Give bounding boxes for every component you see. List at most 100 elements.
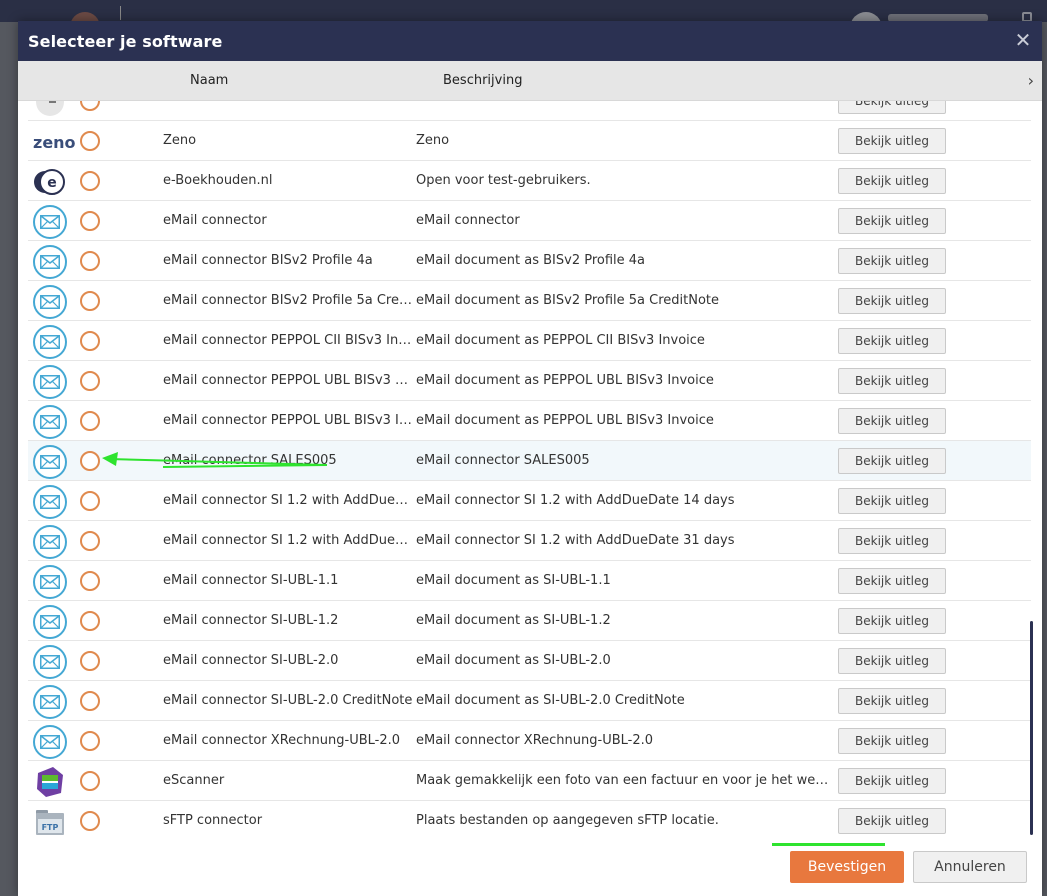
view-explanation-button[interactable]: Bekijk uitleg — [838, 808, 946, 834]
select-radio[interactable] — [80, 531, 100, 551]
email-icon — [33, 565, 67, 599]
select-radio[interactable] — [80, 691, 100, 711]
email-icon — [33, 325, 67, 359]
select-radio[interactable] — [80, 131, 100, 151]
ftp-folder-icon: FTP — [33, 805, 67, 835]
modal-header: Selecteer je software ✕ — [18, 21, 1042, 61]
software-name: eMail connector SALES005 — [163, 453, 337, 468]
table-row[interactable]: eMail connector BISv2 Profile 4a eMail do… — [28, 241, 1031, 281]
email-icon — [33, 725, 67, 759]
view-explanation-button[interactable]: Bekijk uitleg — [838, 101, 946, 114]
confirm-annotation-underline — [772, 843, 885, 846]
software-name: eMail connector SI-UBL-2.0 — [163, 653, 339, 668]
view-explanation-button[interactable]: Bekijk uitleg — [838, 368, 946, 394]
app-topbar — [0, 0, 1047, 44]
confirm-button[interactable]: Bevestigen — [790, 851, 904, 883]
select-radio[interactable] — [80, 411, 100, 431]
column-header-name[interactable]: Naam — [190, 73, 228, 88]
table-row[interactable]: FTP sFTP connector Plaats bestanden op aan… — [28, 801, 1031, 835]
email-icon — [33, 525, 67, 559]
view-explanation-button[interactable]: Bekijk uitleg — [838, 648, 946, 674]
email-icon — [33, 605, 67, 639]
software-name: eMail connector PEPPOL UBL BISv3 Invoice — [163, 413, 413, 428]
software-description: eMail document as BISv2 Profile 4a — [416, 253, 646, 268]
select-radio[interactable] — [80, 611, 100, 631]
table-row[interactable]: eMail connector PEPPOL CII BISv3 Invoice… — [28, 321, 1031, 361]
view-explanation-button[interactable]: Bekijk uitleg — [838, 728, 946, 754]
email-icon — [33, 445, 67, 479]
select-radio[interactable] — [80, 731, 100, 751]
select-radio[interactable] — [80, 171, 100, 191]
view-explanation-button[interactable]: Bekijk uitleg — [838, 408, 946, 434]
view-explanation-button[interactable]: Bekijk uitleg — [838, 168, 946, 194]
topbar-divider — [120, 6, 121, 20]
table-header: Naam Beschrijving › — [18, 61, 1042, 101]
table-row[interactable]: Bekijk uitleg — [28, 101, 1031, 121]
select-radio[interactable] — [80, 771, 100, 791]
view-explanation-button[interactable]: Bekijk uitleg — [838, 248, 946, 274]
table-row[interactable]: eScanner Maak gemakkelijk een foto van ee… — [28, 761, 1031, 801]
view-explanation-button[interactable]: Bekijk uitleg — [838, 688, 946, 714]
table-row[interactable]: eMail connector SI-UBL-2.0 CreditNote eMa… — [28, 681, 1031, 721]
select-radio[interactable] — [80, 571, 100, 591]
table-row[interactable]: eMail connector SI 1.2 with AddDueDate 1… — [28, 481, 1031, 521]
select-radio[interactable] — [80, 101, 100, 111]
view-explanation-button[interactable]: Bekijk uitleg — [838, 768, 946, 794]
email-icon — [33, 285, 67, 319]
email-icon — [33, 485, 67, 519]
column-header-description[interactable]: Beschrijving — [443, 73, 522, 88]
list-scrollbar[interactable] — [1030, 621, 1033, 835]
table-row[interactable]: eMail connector SI-UBL-2.0 eMail document… — [28, 641, 1031, 681]
software-description: Plaats bestanden op aangegeven sFTP loca… — [416, 813, 719, 828]
table-row[interactable]: eMail connector PEPPOL UBL BISv3 Invoice… — [28, 401, 1031, 441]
software-name: sFTP connector — [163, 813, 263, 828]
view-explanation-button[interactable]: Bekijk uitleg — [838, 288, 946, 314]
view-explanation-button[interactable]: Bekijk uitleg — [838, 128, 946, 154]
select-radio[interactable] — [80, 491, 100, 511]
table-row[interactable]: eMail connector SI 1.2 with AddDueDate 3… — [28, 521, 1031, 561]
select-radio[interactable] — [80, 371, 100, 391]
table-row[interactable]: e e-Boekhouden.nl Open voor test-gebruiker… — [28, 161, 1031, 201]
software-description: eMail connector — [416, 213, 520, 228]
close-icon[interactable]: ✕ — [1014, 30, 1032, 50]
view-explanation-button[interactable]: Bekijk uitleg — [838, 328, 946, 354]
table-row[interactable]: eMail connector eMail connector Bekijk uit… — [28, 201, 1031, 241]
software-name: Zeno — [163, 133, 197, 148]
software-description: eMail document as SI-UBL-1.2 — [416, 613, 611, 628]
select-radio[interactable] — [80, 811, 100, 831]
table-row[interactable]: eMail connector XRechnung-UBL-2.0 eMail c… — [28, 721, 1031, 761]
software-name: e-Boekhouden.nl — [163, 173, 273, 188]
table-row[interactable]: zeno Zeno Zeno Bekijk uitleg — [28, 121, 1031, 161]
software-name: eMail connector XRechnung-UBL-2.0 — [163, 733, 401, 748]
cancel-button[interactable]: Annuleren — [913, 851, 1027, 883]
table-row[interactable]: eMail connector BISv2 Profile 5a CreditN… — [28, 281, 1031, 321]
e-boekhouden-logo: e — [33, 165, 67, 199]
software-name: eMail connector SI 1.2 with AddDueDate 3… — [163, 533, 413, 548]
email-icon — [33, 365, 67, 399]
software-name: eMail connector BISv2 Profile 4a — [163, 253, 373, 268]
view-explanation-button[interactable]: Bekijk uitleg — [838, 608, 946, 634]
view-explanation-button[interactable]: Bekijk uitleg — [838, 528, 946, 554]
table-row[interactable]: eMail connector SI-UBL-1.2 eMail document… — [28, 601, 1031, 641]
select-radio[interactable] — [80, 331, 100, 351]
view-explanation-button[interactable]: Bekijk uitleg — [838, 488, 946, 514]
table-row[interactable]: eMail connector SI-UBL-1.1 eMail document… — [28, 561, 1031, 601]
view-explanation-button[interactable]: Bekijk uitleg — [838, 568, 946, 594]
view-explanation-button[interactable]: Bekijk uitleg — [838, 448, 946, 474]
select-radio[interactable] — [80, 651, 100, 671]
select-radio[interactable] — [80, 291, 100, 311]
select-radio[interactable] — [80, 451, 100, 471]
software-name: eMail connector SI-UBL-2.0 CreditNote — [163, 693, 413, 708]
ftp-logo-label: FTP — [42, 823, 59, 832]
software-list[interactable]: Bekijk uitleg zeno Zeno Zeno Bekijk uitleg e e… — [18, 101, 1042, 835]
select-radio[interactable] — [80, 251, 100, 271]
software-name: eMail connector — [163, 213, 267, 228]
table-row[interactable]: eMail connector PEPPOL UBL BISv3 CreditN… — [28, 361, 1031, 401]
table-row[interactable]: eMail connector SALES005 eMail connector … — [28, 441, 1031, 481]
escanner-logo — [33, 765, 67, 799]
software-description: Maak gemakkelijk een foto van een factuu… — [416, 773, 836, 788]
chevron-right-icon[interactable]: › — [1028, 71, 1034, 90]
view-explanation-button[interactable]: Bekijk uitleg — [838, 208, 946, 234]
software-name: eMail connector BISv2 Profile 5a CreditN… — [163, 293, 413, 308]
select-radio[interactable] — [80, 211, 100, 231]
